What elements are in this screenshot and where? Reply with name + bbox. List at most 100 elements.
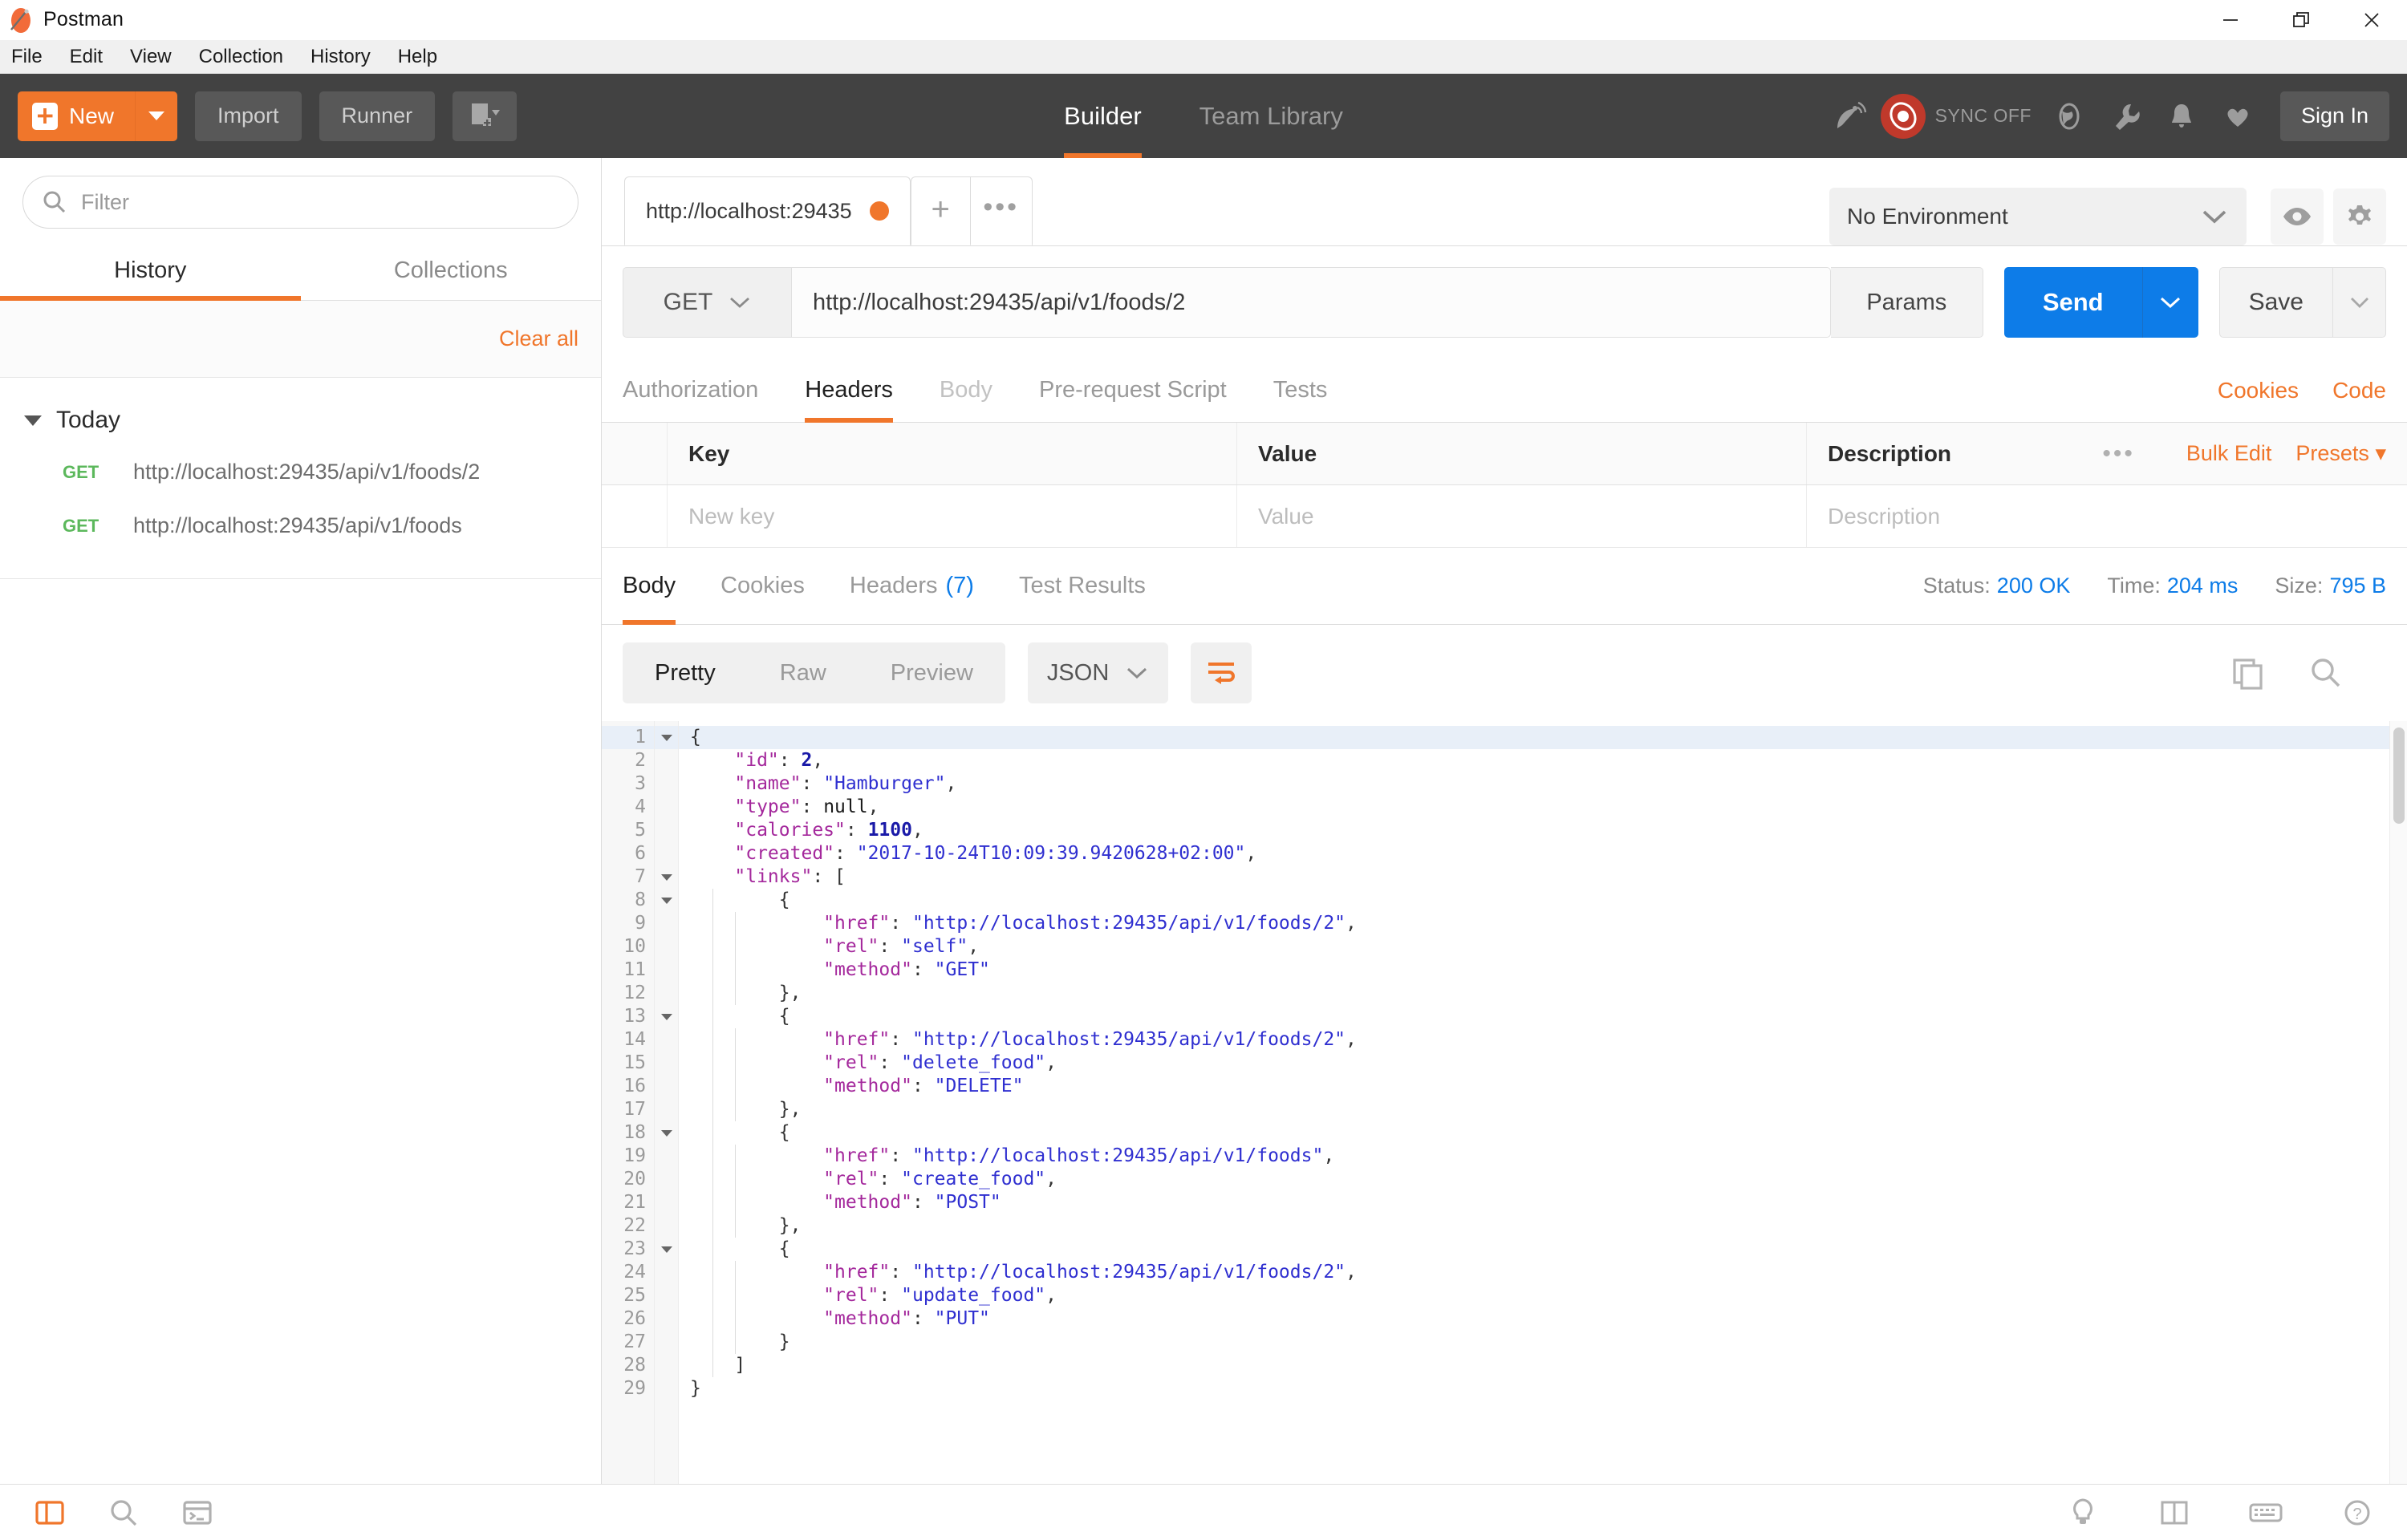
minimize-button[interactable] [2195, 0, 2266, 40]
history-group-today: Today GET http://localhost:29435/api/v1/… [0, 378, 601, 553]
fold-toggle-icon[interactable] [655, 865, 678, 889]
word-wrap-button[interactable] [1191, 642, 1252, 703]
table-row[interactable]: New key Value Description [602, 485, 2407, 548]
clear-all-button[interactable]: Clear all [499, 326, 578, 351]
restore-button[interactable] [2266, 0, 2336, 40]
import-button[interactable]: Import [195, 91, 302, 141]
view-mode-pretty[interactable]: Pretty [623, 660, 748, 687]
new-value-input[interactable]: Value [1258, 504, 1314, 529]
tab-builder[interactable]: Builder [1064, 74, 1142, 158]
menu-item-view[interactable]: View [130, 46, 172, 68]
response-view-toolbar: Pretty Raw Preview JSON [602, 625, 2407, 721]
code-line: "rel": "self", [679, 935, 2407, 958]
sidebar: Filter History Collections Clear all Tod… [0, 158, 602, 1484]
runner-button[interactable]: Runner [319, 91, 436, 141]
menu-item-edit[interactable]: Edit [70, 46, 103, 68]
response-body-code[interactable]: { "id": 2, "name": "Hamburger", "type": … [679, 721, 2407, 1484]
tab-tests[interactable]: Tests [1273, 359, 1328, 423]
wrench-button[interactable] [2102, 93, 2149, 140]
wrench-icon [2109, 99, 2142, 133]
new-button[interactable]: New [18, 91, 136, 141]
sidebar-tab-collections-label: Collections [394, 257, 508, 283]
url-input[interactable]: http://localhost:29435/api/v1/foods/2 [791, 267, 1831, 338]
environment-select[interactable]: No Environment [1829, 188, 2247, 245]
code-line: "rel": "update_food", [679, 1284, 2407, 1307]
sync-status-button[interactable] [1881, 94, 1926, 139]
response-tab-test-results[interactable]: Test Results [1019, 548, 1146, 625]
tab-authorization[interactable]: Authorization [623, 359, 758, 423]
save-button[interactable]: Save [2219, 267, 2333, 338]
runner-button-label: Runner [342, 103, 413, 128]
vertical-scrollbar[interactable] [2389, 721, 2407, 1484]
sidebar-toggle-button[interactable] [27, 1490, 72, 1535]
search-response-button[interactable] [2301, 648, 2351, 698]
fold-toggle-icon[interactable] [655, 1005, 678, 1028]
two-pane-layout-button[interactable] [2152, 1490, 2197, 1535]
search-button[interactable] [101, 1490, 146, 1535]
tab-options-button[interactable]: ••• [970, 176, 1033, 245]
settings-button[interactable] [2333, 188, 2386, 245]
view-mode-preview[interactable]: Preview [858, 660, 1005, 687]
params-button[interactable]: Params [1831, 267, 1983, 338]
format-select[interactable]: JSON [1028, 642, 1168, 703]
satellite-dish-button[interactable] [1826, 93, 1873, 140]
tab-pre-request-script[interactable]: Pre-request Script [1039, 359, 1227, 423]
keyboard-shortcuts-button[interactable] [2243, 1490, 2288, 1535]
scrollbar-thumb[interactable] [2393, 727, 2405, 824]
console-button[interactable] [175, 1490, 220, 1535]
send-options-button[interactable] [2142, 267, 2198, 338]
menu-item-collection[interactable]: Collection [199, 46, 283, 68]
menu-item-help[interactable]: Help [398, 46, 437, 68]
notifications-button[interactable] [2158, 93, 2205, 140]
size-label: Size: [2275, 573, 2323, 598]
environment-quick-look-button[interactable] [2271, 188, 2324, 245]
code-link[interactable]: Code [2332, 378, 2386, 403]
copy-button[interactable] [2222, 648, 2272, 698]
favorites-button[interactable] [2214, 93, 2261, 140]
add-tab-button[interactable]: + [911, 176, 970, 245]
sign-in-button[interactable]: Sign In [2280, 91, 2389, 141]
response-body-viewer[interactable]: 1234567891011121314151617181920212223242… [602, 721, 2407, 1484]
send-button[interactable]: Send [2004, 267, 2142, 338]
presets-button[interactable]: Presets ▾ [2295, 441, 2386, 466]
fold-toggle-icon[interactable] [655, 1121, 678, 1145]
menu-item-history[interactable]: History [311, 46, 371, 68]
sidebar-tab-collections[interactable]: Collections [301, 243, 602, 300]
close-button[interactable] [2336, 0, 2407, 40]
new-window-button[interactable] [453, 91, 517, 141]
minimize-icon [2219, 9, 2242, 31]
new-dropdown-button[interactable] [136, 91, 177, 141]
line-number: 20 [602, 1168, 654, 1191]
menu-item-file[interactable]: File [11, 46, 43, 68]
sidebar-tab-history[interactable]: History [0, 243, 301, 300]
new-button-label: New [69, 103, 114, 129]
request-tab-active[interactable]: http://localhost:29435 [624, 176, 911, 245]
history-group-header[interactable]: Today [0, 395, 601, 445]
response-tabs: Body Cookies Headers (7) Test Results St… [602, 548, 2407, 625]
help-button[interactable]: ? [2335, 1490, 2380, 1535]
response-tab-cookies[interactable]: Cookies [720, 548, 805, 625]
headers-more-button[interactable]: ••• [2102, 440, 2135, 468]
list-item[interactable]: GET http://localhost:29435/api/v1/foods/… [0, 445, 601, 499]
response-tab-headers[interactable]: Headers (7) [850, 548, 974, 625]
tab-team-library[interactable]: Team Library [1199, 74, 1343, 158]
indent-guide [735, 912, 736, 1005]
bulk-edit-button[interactable]: Bulk Edit [2186, 441, 2272, 466]
filter-input[interactable]: Filter [22, 176, 578, 229]
fold-toggle-icon[interactable] [655, 726, 678, 749]
fold-toggle-icon[interactable] [655, 889, 678, 912]
new-description-input[interactable]: Description [1828, 504, 1940, 529]
fold-toggle-icon[interactable] [655, 1238, 678, 1261]
view-mode-raw[interactable]: Raw [748, 660, 858, 687]
tips-button[interactable] [2060, 1490, 2105, 1535]
response-tab-body[interactable]: Body [623, 548, 676, 625]
tab-headers[interactable]: Headers [805, 359, 893, 423]
new-key-input[interactable]: New key [688, 504, 774, 529]
globe-button[interactable] [2046, 93, 2092, 140]
list-item[interactable]: GET http://localhost:29435/api/v1/foods [0, 499, 601, 553]
tab-body[interactable]: Body [940, 359, 992, 423]
fold-gutter[interactable] [655, 721, 679, 1484]
method-select[interactable]: GET [623, 267, 791, 338]
cookies-link[interactable]: Cookies [2218, 378, 2299, 403]
save-options-button[interactable] [2333, 267, 2386, 338]
